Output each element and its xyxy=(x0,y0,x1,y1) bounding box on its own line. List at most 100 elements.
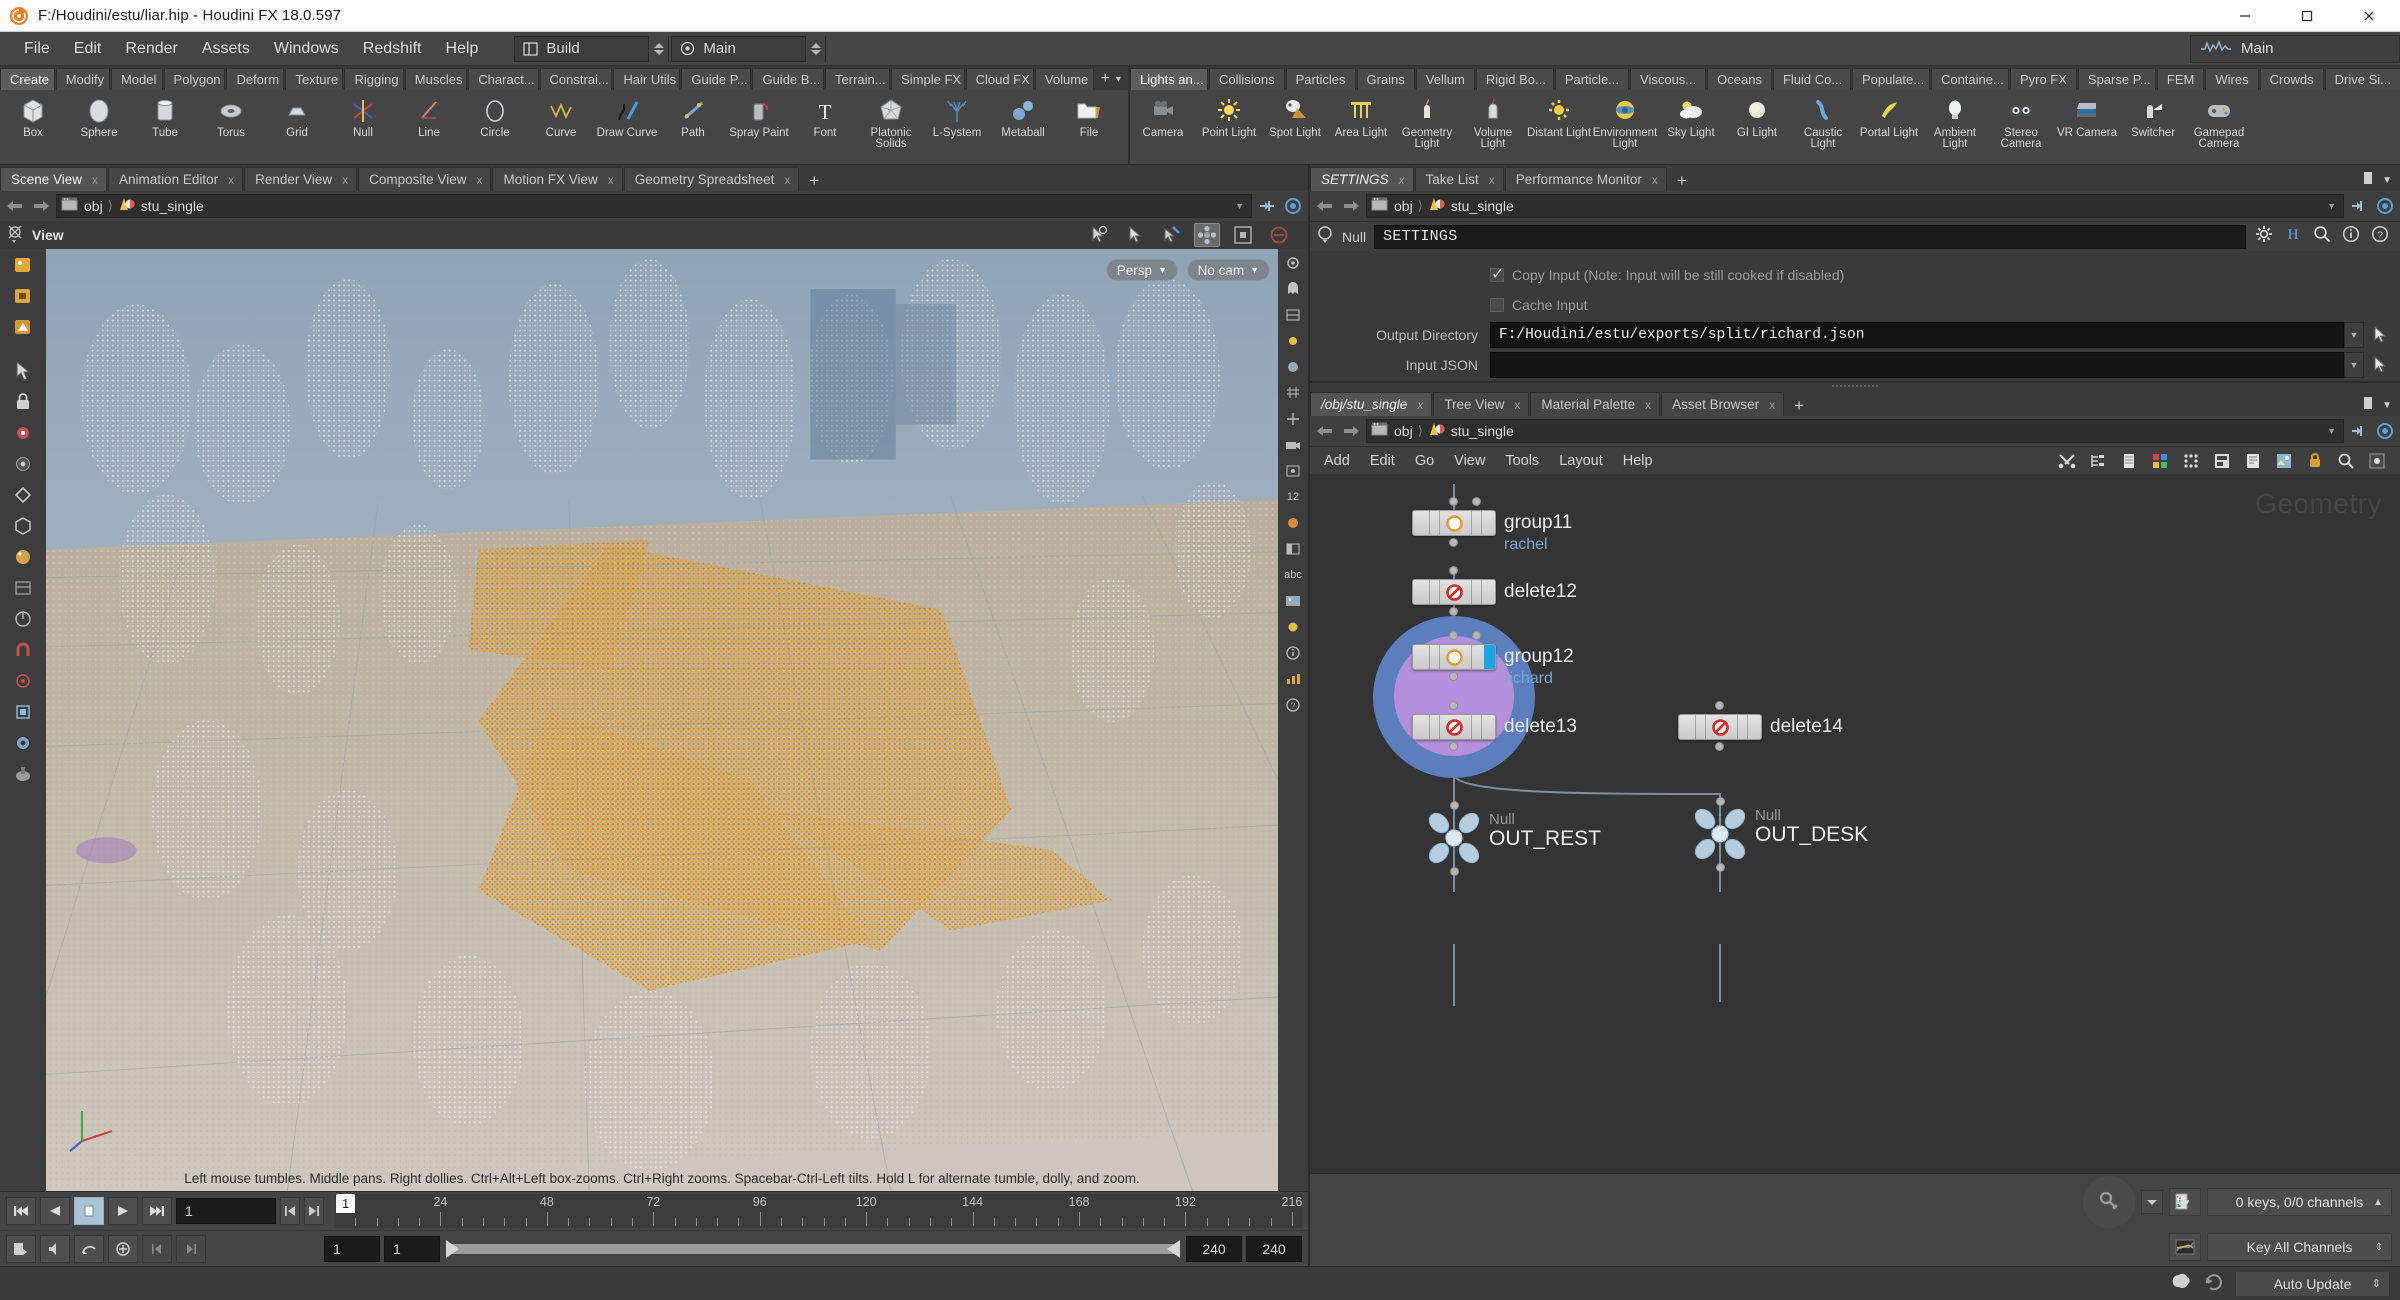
shelf-tab-cloud-fx[interactable]: Cloud FX xyxy=(965,68,1034,90)
tab-motion-fx-view[interactable]: Motion FX View x xyxy=(492,167,623,191)
stats-icon[interactable] xyxy=(1281,669,1305,689)
range-slider-right-handle[interactable] xyxy=(1167,1239,1180,1258)
node-group12-box[interactable] xyxy=(1412,644,1496,670)
net-nav-forward-icon[interactable] xyxy=(1340,420,1362,442)
shelf-tool-tube[interactable]: Tube xyxy=(132,90,198,164)
grid-toggle-icon[interactable] xyxy=(1281,383,1305,403)
shelf-tab-fluid-co[interactable]: Fluid Co... xyxy=(1772,68,1851,90)
stop-button[interactable] xyxy=(74,1197,104,1225)
snapshot-button[interactable] xyxy=(6,1234,36,1263)
node-delete13-input[interactable] xyxy=(1449,701,1458,710)
object-mode-icon[interactable] xyxy=(9,284,37,308)
play-reverse-button[interactable] xyxy=(40,1197,70,1225)
shelf-tool-spray-paint[interactable]: Spray Paint xyxy=(726,90,792,164)
net-pin-icon[interactable] xyxy=(2348,420,2370,442)
shelf-tool-line[interactable]: Line xyxy=(396,90,462,164)
network-snapshot-icon[interactable] xyxy=(2273,451,2295,471)
input-json-dropdown-icon[interactable]: ▼ xyxy=(2344,352,2364,378)
network-settings-icon[interactable] xyxy=(2366,451,2388,471)
shelf-tool-box[interactable]: Box xyxy=(0,90,66,164)
network-menu-go[interactable]: Go xyxy=(1405,450,1444,472)
close-tab-icon[interactable]: x xyxy=(1769,398,1775,412)
output-directory-browse-icon[interactable] xyxy=(2368,322,2394,348)
param-nav-back-icon[interactable] xyxy=(1314,195,1336,217)
pane-menu-caret-icon[interactable]: ▼ xyxy=(2382,400,2392,411)
node-OUT_DESK-output[interactable] xyxy=(1716,863,1725,872)
close-tab-icon[interactable]: x xyxy=(476,173,482,187)
minimize-button[interactable] xyxy=(2214,0,2276,32)
node-OUT_REST-shape[interactable] xyxy=(1425,809,1483,867)
shelf-tab-polygon[interactable]: Polygon xyxy=(163,68,226,90)
cache-input-checkbox[interactable] xyxy=(1490,298,1504,312)
net-tab-material-palette[interactable]: Material Palette x xyxy=(1530,392,1661,416)
net-crumb-node[interactable]: stu_single xyxy=(1451,423,1514,439)
geometry-mode-icon[interactable] xyxy=(9,315,37,339)
viewport-canvas[interactable]: Persp ▼ No cam ▼ Left mouse tumbles. Mid… xyxy=(46,249,1278,1191)
ghost-icon[interactable] xyxy=(1281,279,1305,299)
shelf-tool-camera[interactable]: Camera xyxy=(1130,90,1196,164)
shelf-tool-distant-light[interactable]: Distant Light xyxy=(1526,90,1592,164)
node-delete12-box[interactable] xyxy=(1412,579,1496,605)
param-tab-settings[interactable]: SETTINGS x xyxy=(1310,167,1414,191)
tab-scene-view[interactable]: Scene View x xyxy=(0,167,108,191)
network-menu-tools[interactable]: Tools xyxy=(1495,450,1549,472)
edit-icon[interactable] xyxy=(9,576,37,600)
node-delete14-output[interactable] xyxy=(1715,742,1724,751)
volume-select-icon[interactable] xyxy=(9,514,37,538)
close-tab-icon[interactable]: x xyxy=(1417,398,1423,412)
play-forward-button[interactable] xyxy=(108,1197,138,1225)
shelf-tool-circle[interactable]: Circle xyxy=(462,90,528,164)
houdini-h-icon[interactable]: H xyxy=(2283,224,2303,249)
shelf-tab-simple-fx[interactable]: Simple FX xyxy=(891,68,965,90)
move-tool-icon[interactable] xyxy=(1158,223,1184,247)
shelf-tab-fem[interactable]: FEM xyxy=(2156,68,2205,90)
shelf-tab-deform[interactable]: Deform xyxy=(226,68,285,90)
menu-render[interactable]: Render xyxy=(113,36,189,62)
keys-status-caret-icon[interactable]: ▲ xyxy=(2373,1197,2383,1208)
search-icon[interactable] xyxy=(2312,224,2332,249)
magnet-icon[interactable] xyxy=(9,638,37,662)
net-path-dropdown-caret-icon[interactable]: ▼ xyxy=(2327,426,2339,436)
timeline-ruler[interactable]: 2448729612014416819221621 xyxy=(334,1194,1302,1228)
primitive-select-icon[interactable] xyxy=(9,483,37,507)
point-select-icon[interactable] xyxy=(9,421,37,445)
close-tab-icon[interactable]: x xyxy=(1652,173,1658,187)
align-icon[interactable] xyxy=(9,700,37,724)
shelf-tool-switcher[interactable]: Switcher xyxy=(2120,90,2186,164)
view-mode-icon[interactable] xyxy=(9,253,37,277)
close-tab-icon[interactable]: x xyxy=(1489,173,1495,187)
link-path-icon[interactable] xyxy=(1282,195,1304,217)
measure-icon[interactable] xyxy=(9,607,37,631)
shelf-tool-file[interactable]: File xyxy=(1056,90,1122,164)
shelf-tool-platonic-solids[interactable]: Platonic Solids xyxy=(858,90,924,164)
node-delete14-input[interactable] xyxy=(1715,701,1724,710)
select-arrow-icon[interactable] xyxy=(9,359,37,383)
tab-animation-editor[interactable]: Animation Editor x xyxy=(108,167,244,191)
network-path-field[interactable]: obj ⟩ stu_single ▼ xyxy=(1366,419,2344,443)
refresh-icon[interactable] xyxy=(2203,1271,2225,1296)
shelf-tab-texture[interactable]: Texture xyxy=(285,68,344,90)
timeline-playhead[interactable]: 1 xyxy=(336,1194,356,1213)
step-forward-button[interactable] xyxy=(304,1197,324,1225)
network-list-icon[interactable] xyxy=(2118,451,2140,471)
layout-selector[interactable]: Main xyxy=(671,35,827,62)
text-abc-icon[interactable]: abc xyxy=(1281,565,1305,585)
jump-to-start-button[interactable] xyxy=(6,1197,36,1225)
shelf-tool-path[interactable]: Path xyxy=(660,90,726,164)
menu-file[interactable]: File xyxy=(12,36,62,62)
node-delete12-input[interactable] xyxy=(1449,566,1458,575)
shelf-tab-create[interactable]: Create xyxy=(0,68,55,90)
net-tab-obj-stu-single[interactable]: /obj/stu_single x xyxy=(1310,392,1433,416)
maximize-pane-icon[interactable] xyxy=(2361,170,2375,191)
range-start-field[interactable]: 1 xyxy=(324,1235,380,1262)
key-mode-field[interactable]: Key All Channels ⇕ xyxy=(2207,1233,2392,1261)
menu-assets[interactable]: Assets xyxy=(190,36,262,62)
shelf-tool-portal-light[interactable]: Portal Light xyxy=(1856,90,1922,164)
toggle-pane-icon[interactable] xyxy=(1281,539,1305,559)
auto-update-field[interactable]: Auto Update ⇕ xyxy=(2235,1270,2390,1297)
param-path-dropdown-caret-icon[interactable]: ▼ xyxy=(2327,201,2339,211)
tab-composite-view[interactable]: Composite View x xyxy=(358,167,492,191)
shelf-tab-guide-b[interactable]: Guide B... xyxy=(752,68,825,90)
node-delete13[interactable]: delete13 xyxy=(1412,701,1577,751)
network-grid-dots-icon[interactable] xyxy=(2180,451,2202,471)
